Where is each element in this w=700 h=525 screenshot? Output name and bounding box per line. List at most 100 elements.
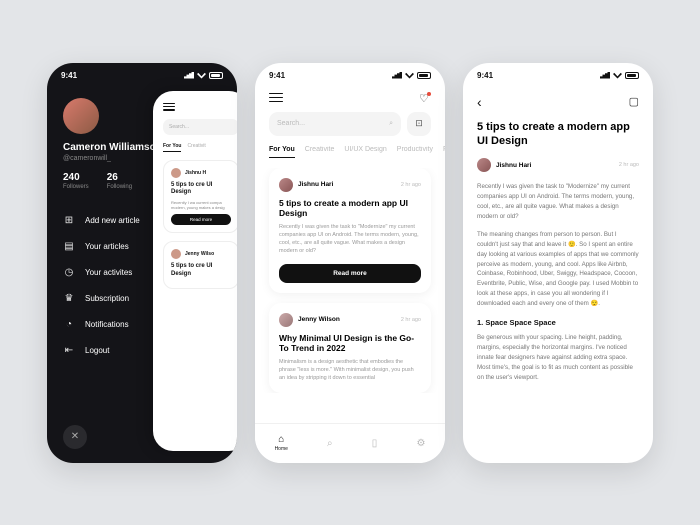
article-card[interactable]: Jishnu Hari 2 hr ago 5 tips to create a …	[269, 168, 431, 293]
back-button[interactable]: ‹	[477, 94, 482, 110]
avatar	[477, 158, 491, 172]
card-excerpt: Recently I was given the task to "Modern…	[279, 224, 421, 256]
gear-icon: ⚙	[416, 438, 425, 449]
avatar[interactable]	[63, 98, 99, 134]
nav-search[interactable]: ⌕	[327, 438, 333, 449]
battery-icon	[209, 72, 223, 79]
document-icon: ▤	[63, 241, 75, 253]
avatar	[279, 178, 293, 192]
nav-bookmarks[interactable]: ▯	[372, 438, 378, 449]
following-stat[interactable]: 26 Following	[107, 172, 132, 190]
author-block[interactable]: Jishnu Hari	[477, 158, 531, 172]
paragraph: Recently I was given the task to "Modern…	[477, 182, 639, 222]
paragraph: Be generous with your spacing. Line heig…	[477, 333, 639, 383]
following-count: 26	[107, 172, 132, 183]
tab-creativity[interactable]: Creativite	[305, 146, 335, 158]
timestamp: 2 hr ago	[619, 162, 639, 168]
article-card[interactable]: Jenny Wilson 2 hr ago Why Minimal UI Des…	[269, 303, 431, 393]
status-icons	[184, 72, 223, 79]
status-bar: 9:41	[47, 63, 237, 88]
search-input[interactable]: Search... ⌕	[269, 112, 401, 136]
article-topbar: ‹ ▢	[463, 88, 653, 120]
timestamp: 2 hr ago	[401, 317, 421, 323]
screen-feed: 9:41 ♡ Search... ⌕ ⊡ For You Creativite …	[255, 63, 445, 463]
search-icon: ⌕	[327, 438, 333, 449]
tab-productivity[interactable]: Productivity	[397, 146, 433, 158]
article-card-peek: Jenny Wilso 5 tips to cre UI Design	[163, 241, 237, 289]
section-heading: 1. Space Space Space	[477, 317, 639, 329]
author-name: Jishnu Hari	[298, 181, 333, 188]
avatar	[279, 313, 293, 327]
crown-icon: ♛	[63, 293, 75, 305]
battery-icon	[625, 72, 639, 79]
card-title: 5 tips to cre UI Design	[171, 182, 231, 197]
tab-creativity: Creativit	[187, 143, 205, 152]
followers-count: 240	[63, 172, 89, 183]
menu-label: Add new article	[85, 216, 140, 225]
bottom-nav: ⌂Home ⌕ ▯ ⚙	[255, 423, 445, 463]
top-bar: ♡	[255, 88, 445, 112]
nav-label: Home	[275, 446, 288, 452]
card-title: 5 tips to create a modern app UI Design	[279, 198, 421, 219]
avatar	[171, 249, 181, 259]
hamburger-button[interactable]	[269, 93, 283, 103]
article-body: Recently I was given the task to "Modern…	[477, 182, 639, 383]
menu-label: Notifications	[85, 320, 129, 329]
status-time: 9:41	[61, 71, 77, 80]
card-title: 5 tips to cre UI Design	[171, 263, 231, 278]
menu-label: Your activites	[85, 268, 132, 277]
bell-icon: ◔	[63, 319, 75, 331]
followers-stat[interactable]: 240 Followers	[63, 172, 89, 190]
tab-uiux[interactable]: UI/UX Design	[344, 146, 386, 158]
status-time: 9:41	[477, 71, 493, 80]
status-icons	[392, 72, 431, 79]
home-icon: ⌂	[278, 434, 284, 445]
status-time: 9:41	[269, 71, 285, 80]
author-block[interactable]: Jishnu Hari	[279, 178, 333, 192]
nav-settings[interactable]: ⚙	[416, 438, 425, 449]
close-drawer-button[interactable]: ✕	[63, 425, 87, 449]
card-excerpt: Minimalism is a design aesthetic that em…	[279, 359, 421, 383]
paragraph: The meaning changes from person to perso…	[477, 230, 639, 309]
article-feed[interactable]: Jishnu Hari 2 hr ago 5 tips to create a …	[255, 168, 445, 393]
author-block[interactable]: Jenny Wilson	[279, 313, 340, 327]
search-row: Search... ⌕ ⊡	[255, 112, 445, 146]
followers-label: Followers	[63, 184, 89, 190]
peeking-home-screen[interactable]: Search... For You Creativit Jishnu H 5 t…	[153, 91, 237, 451]
status-icons	[600, 72, 639, 79]
screen-drawer: 9:41 Cameron Williamson @cameronwill_ 24…	[47, 63, 237, 463]
search-input-peek: Search...	[163, 119, 237, 135]
hamburger-icon	[163, 103, 175, 111]
following-label: Following	[107, 184, 132, 190]
category-tabs: For You Creativite UI/UX Design Producti…	[255, 146, 445, 168]
bookmark-button[interactable]: ▢	[629, 95, 639, 108]
signal-icon	[184, 72, 194, 79]
scan-icon: ⊡	[415, 118, 423, 129]
menu-label: Subscription	[85, 294, 129, 303]
bookmark-icon: ▯	[372, 438, 378, 449]
avatar	[171, 168, 181, 178]
article-content[interactable]: 5 tips to create a modern app UI Design …	[463, 120, 653, 383]
article-card-peek: Jishnu H 5 tips to cre UI Design Recentl…	[163, 160, 237, 234]
menu-label: Logout	[85, 346, 109, 355]
category-tabs-peek: For You Creativit	[163, 143, 237, 152]
read-more-button[interactable]: Read more	[279, 264, 421, 283]
activity-icon: ◷	[63, 267, 75, 279]
nav-home[interactable]: ⌂Home	[275, 434, 288, 452]
signal-icon	[600, 72, 610, 79]
wifi-icon	[405, 72, 414, 79]
signal-icon	[392, 72, 402, 79]
scan-button[interactable]: ⊡	[407, 112, 431, 136]
tab-for-you[interactable]: For You	[269, 146, 295, 158]
side-drawer: 9:41 Cameron Williamson @cameronwill_ 24…	[47, 63, 237, 463]
status-bar: 9:41	[463, 63, 653, 88]
tab-more[interactable]: F	[443, 146, 445, 158]
author-name: Jishnu Hari	[496, 162, 531, 169]
screen-article: 9:41 ‹ ▢ 5 tips to create a modern app U…	[463, 63, 653, 463]
article-meta: Jishnu Hari 2 hr ago	[477, 158, 639, 172]
search-placeholder: Search...	[277, 120, 305, 127]
notifications-button[interactable]: ♡	[419, 92, 431, 104]
tab-for-you: For You	[163, 143, 181, 152]
card-title: Why Minimal UI Design is the Go-To Trend…	[279, 333, 421, 354]
menu-label: Your articles	[85, 242, 129, 251]
